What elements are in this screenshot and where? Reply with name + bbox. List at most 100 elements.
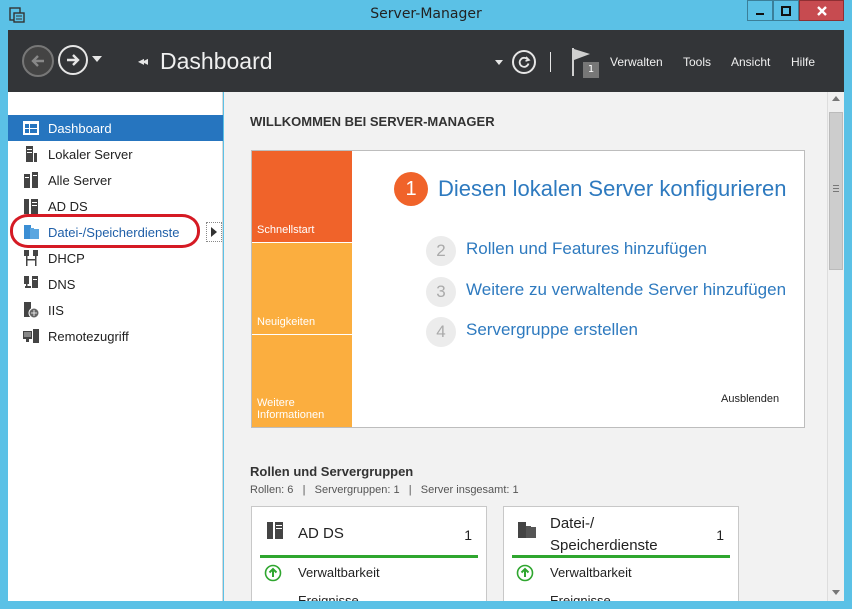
arrow-left-icon [31, 55, 44, 67]
sidebar-item-all-servers[interactable]: Alle Server [8, 167, 223, 193]
refresh-button[interactable] [512, 50, 536, 74]
role-card-title-line2: Speicherdienste [550, 537, 658, 554]
chevron-right-icon [211, 227, 217, 237]
welcome-panel: Schnellstart Neuigkeiten Weitere Informat… [251, 150, 805, 428]
step-1-badge: 1 [394, 172, 428, 206]
expand-file-storage-button[interactable] [206, 222, 222, 242]
tile-more-information[interactable]: Weitere Informationen [252, 335, 352, 427]
roles-section-title: Rollen und Servergruppen [250, 464, 414, 479]
sidebar-item-dns[interactable]: DNS [8, 271, 223, 297]
step-configure-local-server-link[interactable]: Diesen lokalen Server konfigurieren [438, 176, 787, 202]
sidebar-item-label: Dashboard [48, 120, 112, 136]
role-card-manageability[interactable]: Verwaltbarkeit [550, 565, 632, 580]
step-add-servers-link[interactable]: Weitere zu verwaltende Server hinzufügen [466, 280, 786, 300]
role-card-file-storage[interactable]: Datei-/ Speicherdienste 1 Verwaltbarkeit… [503, 506, 739, 601]
header-separator [550, 52, 551, 72]
step-number: 2 [426, 236, 456, 266]
maximize-icon [781, 5, 791, 16]
forward-button[interactable] [58, 45, 88, 75]
scroll-down-arrow[interactable] [832, 590, 840, 595]
status-bar-ok [512, 555, 730, 558]
role-card-manageability[interactable]: Verwaltbarkeit [298, 565, 380, 580]
step-number: 4 [426, 317, 456, 347]
sidebar-item-dashboard[interactable]: Dashboard [8, 115, 223, 141]
menu-manage[interactable]: Verwalten [610, 55, 663, 69]
roles-summary: Rollen: 6 | Servergruppen: 1 | Server in… [250, 484, 519, 496]
close-icon [816, 5, 827, 16]
step-number: 3 [426, 277, 456, 307]
window-title: Server-Manager [370, 6, 482, 22]
file-storage-icon [518, 522, 536, 538]
page-title: Dashboard [160, 48, 273, 74]
tile-label: Schnellstart [257, 224, 315, 236]
back-button[interactable] [22, 45, 54, 77]
welcome-heading: WILLKOMMEN BEI SERVER-MANAGER [250, 114, 495, 129]
menu-tools[interactable]: Tools [683, 55, 711, 69]
iis-icon [24, 302, 40, 319]
step-add-roles-link[interactable]: Rollen und Features hinzufügen [466, 239, 707, 259]
hide-welcome-link[interactable]: Ausblenden [721, 393, 779, 405]
tile-label-line1: Weitere [257, 397, 295, 409]
scroll-grip-line [833, 188, 839, 189]
role-card-ad-ds[interactable]: AD DS 1 Verwaltbarkeit Ereignisse [251, 506, 487, 601]
role-card-title: AD DS [298, 525, 344, 542]
step-create-server-group-link[interactable]: Servergruppe erstellen [466, 320, 638, 340]
role-card-title-line1: Datei-/ [550, 515, 595, 532]
sidebar-item-iis[interactable]: IIS [8, 297, 223, 323]
role-card-title: Datei-/ Speicherdienste [550, 513, 658, 557]
breadcrumb-arrows: ◂◂ [138, 54, 148, 68]
servers-icon [24, 172, 38, 188]
tile-news[interactable]: Neuigkeiten [252, 243, 352, 334]
sidebar-item-label: DHCP [48, 250, 85, 266]
status-up-icon [516, 564, 534, 582]
sidebar-item-label: IIS [48, 302, 64, 318]
server-icon [26, 146, 37, 162]
scroll-up-arrow[interactable] [832, 96, 840, 101]
tile-label: Neuigkeiten [257, 316, 316, 328]
sidebar-item-remote-access[interactable]: Remotezugriff [8, 323, 223, 349]
maximize-button[interactable] [773, 0, 799, 21]
sidebar-item-label: DNS [48, 276, 76, 292]
role-card-count: 1 [716, 527, 724, 543]
arrow-right-icon [67, 54, 80, 66]
ad-ds-icon [24, 199, 38, 214]
dhcp-icon [24, 250, 38, 266]
status-bar-ok [260, 555, 478, 558]
minimize-icon [756, 12, 764, 15]
dashboard-icon [23, 121, 39, 135]
sidebar: Dashboard Lokaler Server Alle Server AD … [8, 92, 223, 601]
history-dropdown-arrow[interactable] [92, 56, 102, 62]
tile-quick-start[interactable]: Schnellstart [252, 151, 352, 242]
title-bar: Server-Manager [0, 0, 852, 30]
sidebar-item-dhcp[interactable]: DHCP [8, 245, 223, 271]
notification-count-badge: 1 [583, 62, 599, 78]
role-card-events[interactable]: Ereignisse [298, 593, 359, 601]
tile-label: Weitere Informationen [257, 397, 324, 421]
sidebar-item-label: AD DS [48, 198, 88, 214]
main-content: WILLKOMMEN BEI SERVER-MANAGER Schnellsta… [224, 92, 827, 601]
scroll-grip-line [833, 185, 839, 186]
menu-help[interactable]: Hilfe [791, 55, 815, 69]
breadcrumb-dropdown-arrow[interactable] [495, 60, 503, 65]
role-card-events[interactable]: Ereignisse [550, 593, 611, 601]
role-card-count: 1 [464, 527, 472, 543]
status-up-icon [264, 564, 282, 582]
navigation-header: ◂◂ Dashboard 1 Verwalten Tools Ansicht H… [8, 30, 844, 92]
tile-label-line2: Informationen [257, 409, 325, 421]
dns-icon [24, 276, 38, 288]
ad-ds-icon [267, 522, 283, 539]
sidebar-item-label: Lokaler Server [48, 146, 133, 162]
menu-view[interactable]: Ansicht [731, 55, 770, 69]
sidebar-item-label: Alle Server [48, 172, 112, 188]
scroll-thumb[interactable] [829, 112, 843, 270]
scroll-grip-line [833, 191, 839, 192]
minimize-button[interactable] [747, 0, 773, 21]
close-button[interactable] [799, 0, 844, 21]
remote-access-icon [23, 329, 39, 343]
refresh-icon [518, 56, 531, 68]
vertical-scrollbar[interactable] [827, 92, 844, 601]
window-controls [747, 0, 844, 21]
sidebar-item-local-server[interactable]: Lokaler Server [8, 141, 223, 167]
highlight-annotation-circle [10, 214, 200, 248]
sidebar-item-label: Remotezugriff [48, 328, 129, 344]
